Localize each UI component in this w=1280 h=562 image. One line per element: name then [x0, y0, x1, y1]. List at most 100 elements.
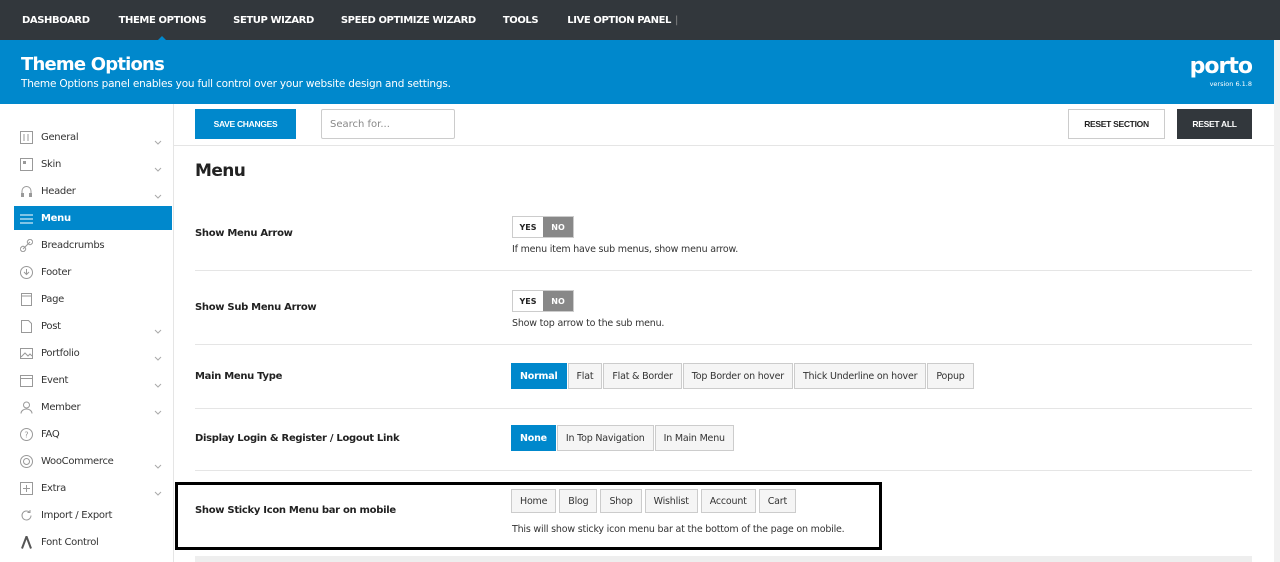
- sidebar-item-member[interactable]: Member: [14, 395, 172, 419]
- sidebar-item-label: Header: [41, 185, 76, 197]
- page-icon: [19, 292, 33, 306]
- sidebar-item-breadcrumbs[interactable]: Breadcrumbs: [14, 233, 172, 257]
- nav-setup-wizard[interactable]: SETUP WIZARD: [233, 15, 314, 26]
- chevron-down-icon: [154, 159, 162, 178]
- save-changes-button[interactable]: SAVE CHANGES: [195, 109, 296, 139]
- font-icon: [19, 535, 33, 549]
- link-icon: [19, 238, 33, 252]
- sidebar-item-label: Import / Export: [41, 509, 113, 521]
- chevron-down-icon: [154, 132, 162, 151]
- theme-options-header: Theme Options Theme Options panel enable…: [0, 40, 1274, 104]
- no-option[interactable]: NO: [543, 291, 573, 311]
- nav-speed-optimize-wizard[interactable]: SPEED OPTIMIZE WIZARD: [341, 15, 476, 26]
- sidebar-item-import-export[interactable]: Import / Export: [14, 503, 172, 527]
- sidebar-item-label: Font Control: [41, 536, 99, 548]
- option-in-main-menu[interactable]: In Main Menu: [654, 425, 734, 451]
- extra-icon: [19, 481, 33, 495]
- option-normal[interactable]: Normal: [511, 363, 567, 389]
- reset-all-button[interactable]: RESET ALL: [1177, 109, 1252, 139]
- sidebar-item-label: Footer: [41, 266, 72, 278]
- sidebar-item-faq[interactable]: ? FAQ: [14, 422, 172, 446]
- image-icon: [19, 346, 33, 360]
- sidebar-item-post[interactable]: Post: [14, 314, 172, 338]
- sidebar-item-header[interactable]: Header: [14, 179, 172, 203]
- chevron-down-icon: [154, 483, 162, 502]
- sidebar-item-label: Breadcrumbs: [41, 239, 105, 251]
- refresh-icon: [19, 508, 33, 522]
- chevron-down-icon: [154, 375, 162, 394]
- svg-text:?: ?: [24, 430, 28, 439]
- row-divider: [195, 344, 1252, 345]
- sidebar-item-label: Skin: [41, 158, 62, 170]
- option-popup[interactable]: Popup: [927, 363, 974, 389]
- show-menu-arrow-label: Show Menu Arrow: [195, 228, 293, 239]
- show-sub-menu-arrow-description: Show top arrow to the sub menu.: [512, 318, 665, 329]
- sidebar-item-event[interactable]: Event: [14, 368, 172, 392]
- user-icon: [19, 400, 33, 414]
- nav-live-option-panel[interactable]: LIVE OPTION PANEL: [567, 15, 671, 26]
- sidebar-item-skin[interactable]: Skin: [14, 152, 172, 176]
- sidebar-item-label: FAQ: [41, 428, 60, 440]
- login-link-label: Display Login & Register / Logout Link: [195, 433, 400, 444]
- options-toolbar: SAVE CHANGES RESET SECTION RESET ALL: [174, 104, 1274, 146]
- menu-icon: [19, 211, 33, 225]
- admin-top-nav: DASHBOARD THEME OPTIONS SETUP WIZARD SPE…: [0, 0, 1280, 42]
- scrollbar-track[interactable]: [1274, 40, 1280, 562]
- sidebar-item-label: Member: [41, 401, 81, 413]
- page-subtitle: Theme Options panel enables you full con…: [21, 78, 451, 90]
- sidebar-item-menu[interactable]: Menu: [14, 206, 172, 230]
- option-in-top-navigation[interactable]: In Top Navigation: [556, 425, 654, 451]
- search-input[interactable]: [321, 109, 455, 139]
- woo-icon: [19, 454, 33, 468]
- sidebar-item-footer[interactable]: Footer: [14, 260, 172, 284]
- option-none[interactable]: None: [511, 425, 556, 451]
- sliders-icon: [19, 130, 33, 144]
- calendar-icon: [19, 373, 33, 387]
- show-sub-menu-arrow-toggle[interactable]: YES NO: [512, 290, 574, 312]
- sidebar-item-font-control[interactable]: Font Control: [14, 530, 172, 554]
- sidebar-item-label: Event: [41, 374, 69, 386]
- nav-dashboard[interactable]: DASHBOARD: [22, 15, 90, 26]
- highlight-box: [175, 482, 882, 550]
- yes-option[interactable]: YES: [513, 217, 543, 237]
- nav-separator: |: [675, 14, 679, 26]
- sidebar-item-label: Page: [41, 293, 65, 305]
- option-thick-underline-hover[interactable]: Thick Underline on hover: [793, 363, 927, 389]
- sidebar-item-portfolio[interactable]: Portfolio: [14, 341, 172, 365]
- nav-tools[interactable]: TOOLS: [503, 15, 539, 26]
- porto-logo: porto: [1189, 54, 1253, 79]
- show-menu-arrow-description: If menu item have sub menus, show menu a…: [512, 244, 739, 255]
- palette-icon: [19, 157, 33, 171]
- main-menu-type-group: Normal Flat Flat & Border Top Border on …: [511, 363, 975, 389]
- arrow-down-circle-icon: [19, 265, 33, 279]
- sidebar-item-page[interactable]: Page: [14, 287, 172, 311]
- nav-theme-options[interactable]: THEME OPTIONS: [119, 15, 207, 42]
- sidebar-item-extra[interactable]: Extra: [14, 476, 172, 500]
- sidebar-item-label: General: [41, 131, 79, 143]
- sidebar-item-label: Menu: [41, 212, 71, 224]
- reset-section-button[interactable]: RESET SECTION: [1068, 109, 1165, 139]
- chevron-down-icon: [154, 456, 162, 475]
- show-sub-menu-arrow-label: Show Sub Menu Arrow: [195, 302, 317, 313]
- sidebar-item-label: Extra: [41, 482, 66, 494]
- main-menu-type-label: Main Menu Type: [195, 371, 283, 382]
- sidebar-item-label: Portfolio: [41, 347, 80, 359]
- version-label: version 6.1.8: [1209, 80, 1252, 88]
- sidebar-item-label: Post: [41, 320, 61, 332]
- options-sidebar: General Skin Header Menu Breadcrumbs Foo…: [0, 104, 174, 562]
- sidebar-item-general[interactable]: General: [14, 125, 172, 149]
- question-icon: ?: [19, 427, 33, 441]
- chevron-down-icon: [154, 186, 162, 205]
- post-icon: [19, 319, 33, 333]
- sidebar-item-woocommerce[interactable]: WooCommerce: [14, 449, 172, 473]
- chevron-down-icon: [154, 402, 162, 421]
- row-divider: [195, 408, 1252, 409]
- option-flat[interactable]: Flat: [567, 363, 603, 389]
- login-link-group: None In Top Navigation In Main Menu: [511, 425, 735, 451]
- show-menu-arrow-toggle[interactable]: YES NO: [512, 216, 574, 238]
- option-top-border-hover[interactable]: Top Border on hover: [682, 363, 793, 389]
- no-option[interactable]: NO: [543, 217, 573, 237]
- yes-option[interactable]: YES: [513, 291, 543, 311]
- page-title: Theme Options: [21, 54, 165, 75]
- option-flat-border[interactable]: Flat & Border: [603, 363, 682, 389]
